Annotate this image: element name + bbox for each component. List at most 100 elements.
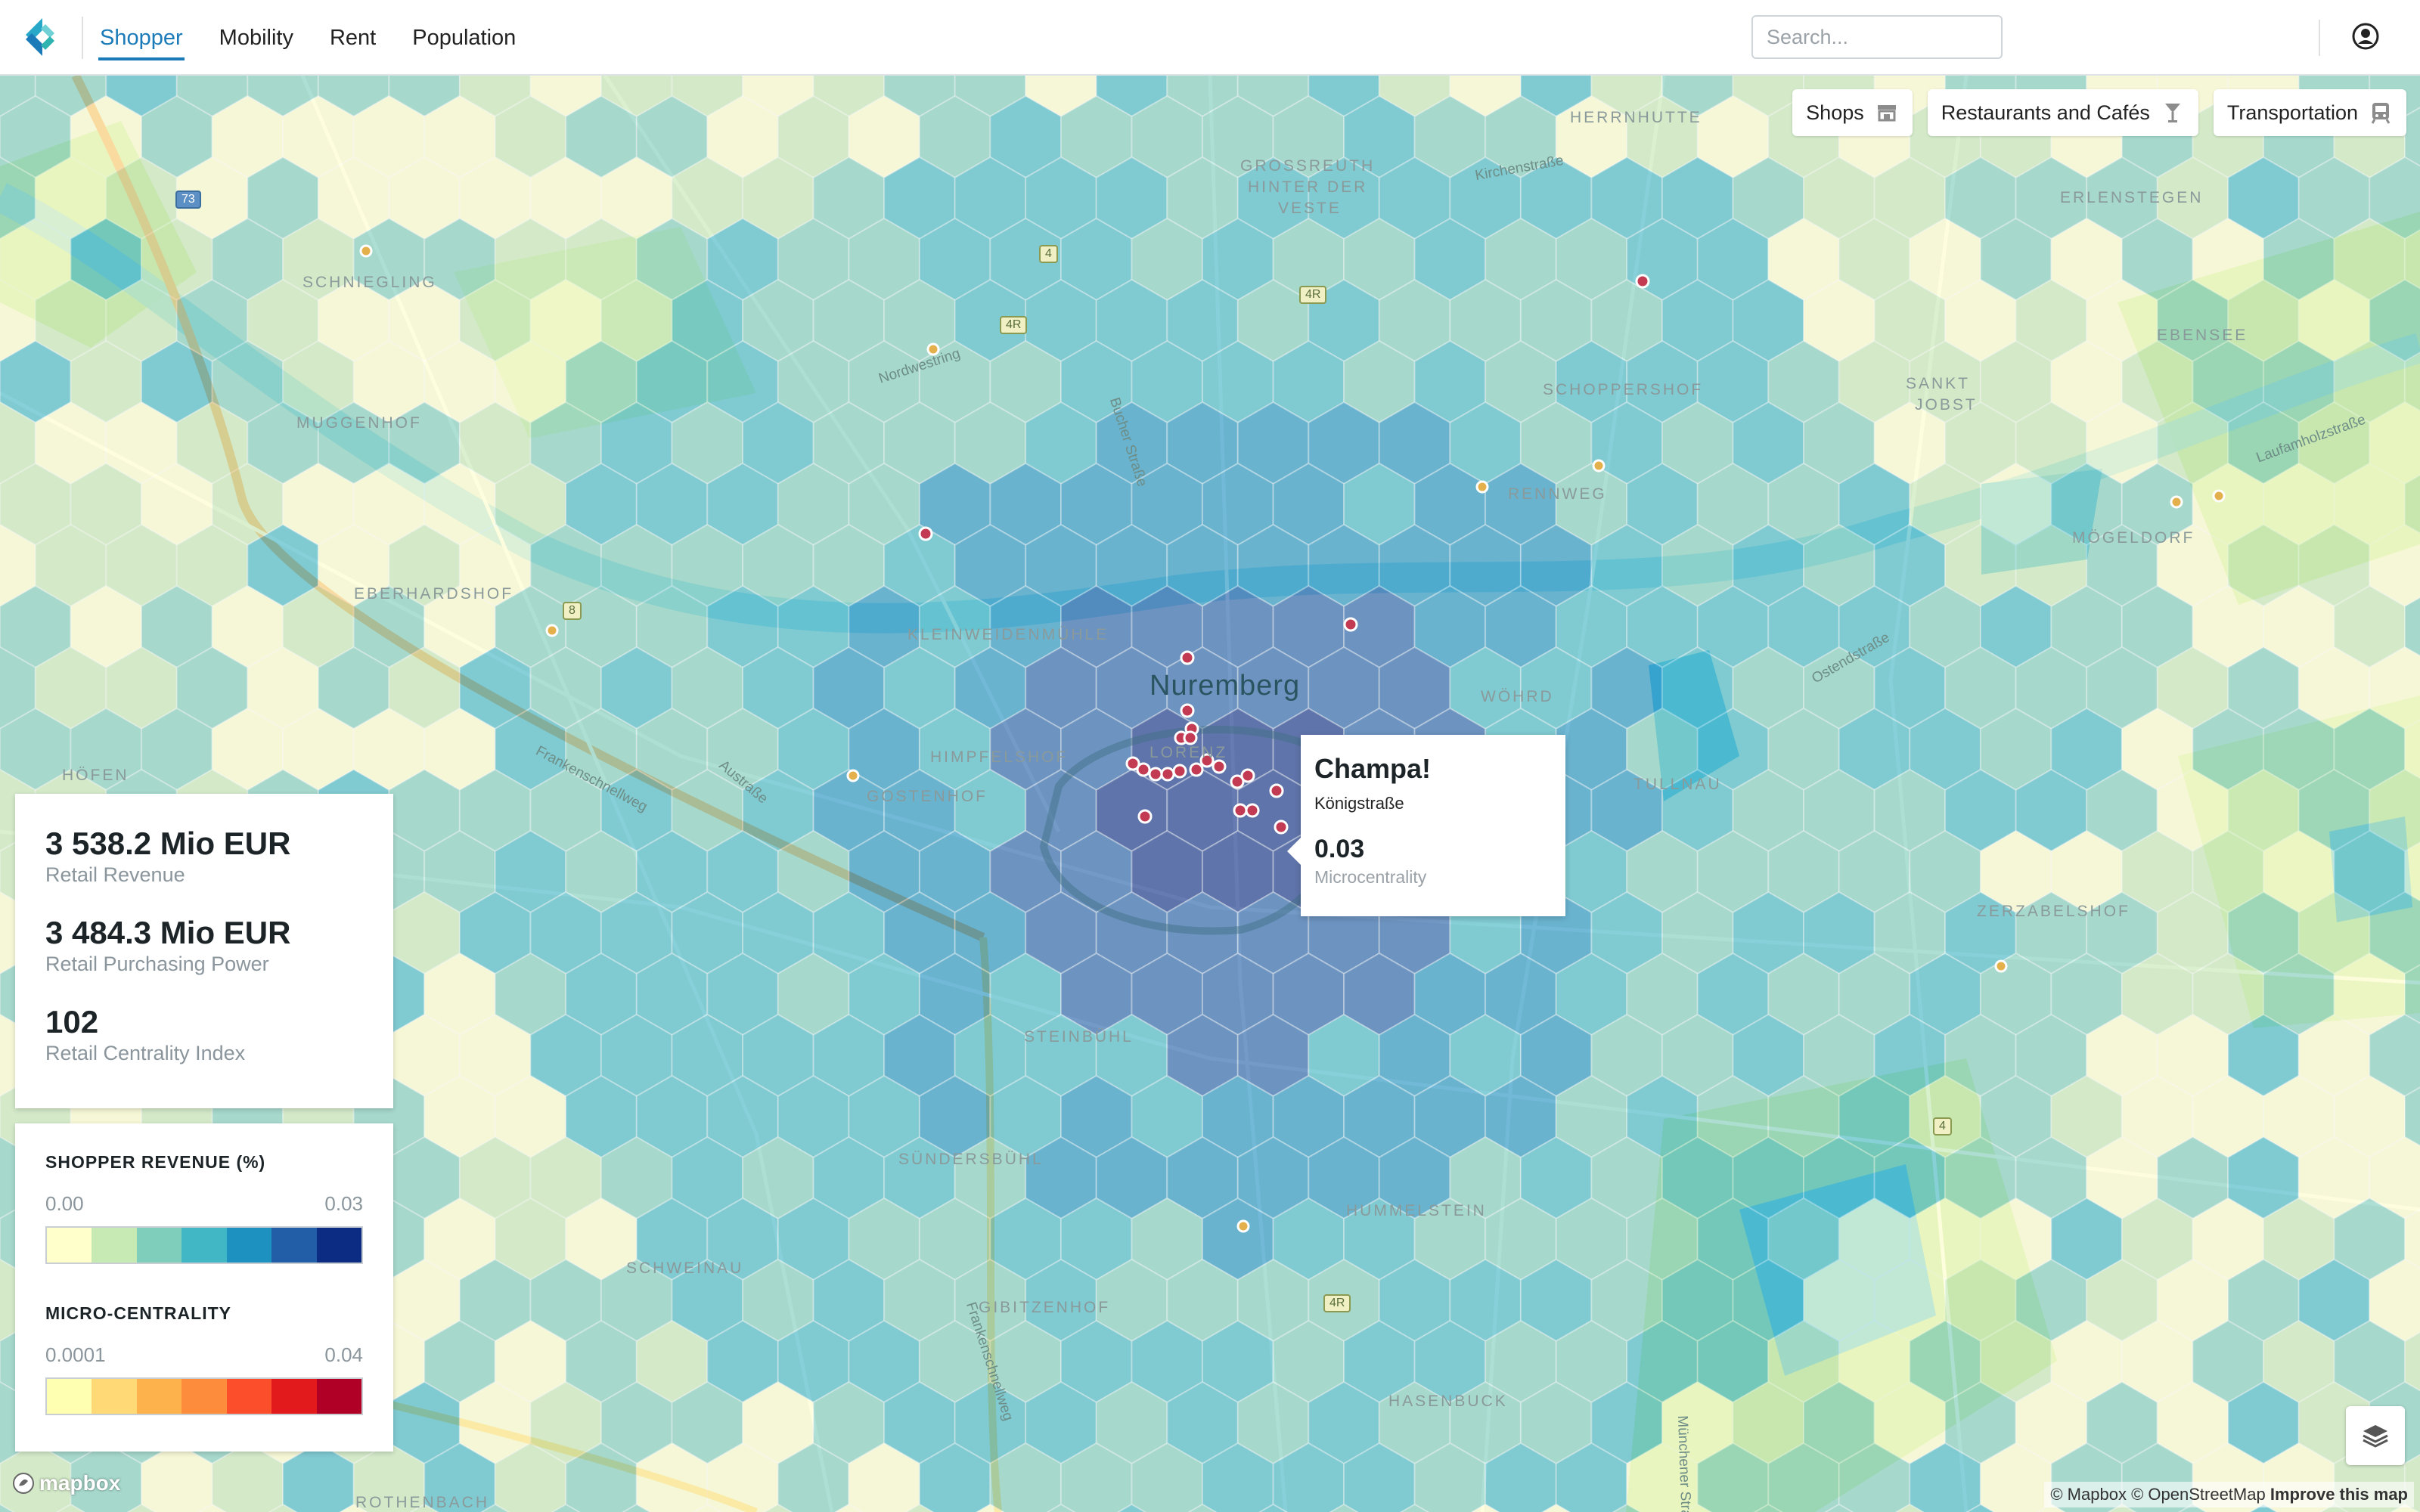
search-input[interactable] xyxy=(1751,15,2003,59)
stat-label: Retail Revenue xyxy=(45,863,185,886)
poi-marker[interactable] xyxy=(2170,495,2183,509)
district-label: GIBITZENHOF xyxy=(979,1299,1111,1316)
district-label: HASENBUCK xyxy=(1388,1393,1508,1410)
road-shield: 4R xyxy=(1323,1294,1351,1312)
nav-tab-mobility[interactable]: Mobility xyxy=(218,0,295,76)
filter-shops-button[interactable]: Shops xyxy=(1792,89,1913,136)
district-label: HÖFEN xyxy=(62,767,129,784)
nav-tab-shopper[interactable]: Shopper xyxy=(98,0,185,76)
legend-color-bar xyxy=(45,1226,363,1264)
legend-color-swatch xyxy=(182,1379,227,1414)
poi-marker[interactable] xyxy=(1475,480,1489,494)
poi-marker[interactable] xyxy=(1343,617,1358,632)
legend-min: 0.00 xyxy=(45,1192,84,1215)
district-label: ERLENSTEGEN xyxy=(2060,189,2204,206)
filter-restaurants-label: Restaurants and Cafés xyxy=(1941,101,2150,124)
mapbox-credit-link[interactable]: © Mapbox xyxy=(2050,1485,2127,1504)
legend-color-swatch xyxy=(226,1379,272,1414)
mapbox-logo[interactable]: mapbox xyxy=(12,1471,120,1495)
user-divider xyxy=(2319,20,2320,56)
district-label: RENNWEG xyxy=(1508,485,1607,503)
filter-transportation-button[interactable]: Transportation xyxy=(2213,89,2406,136)
map-attribution: © Mapbox © OpenStreetMap Improve this ma… xyxy=(2044,1482,2414,1507)
legend-color-swatch xyxy=(316,1379,361,1414)
user-account-icon[interactable] xyxy=(2352,23,2379,50)
cocktail-glass-icon xyxy=(2164,104,2180,122)
poi-marker[interactable] xyxy=(846,769,860,782)
poi-marker[interactable] xyxy=(1180,650,1195,665)
poi-marker[interactable] xyxy=(1137,809,1153,824)
mapbox-icon xyxy=(13,1473,34,1494)
district-label: SCHWEINAU xyxy=(626,1259,744,1277)
stat-value: 102 xyxy=(45,1004,99,1040)
poi-marker[interactable] xyxy=(1236,1219,1250,1233)
filter-shops-label: Shops xyxy=(1806,101,1864,124)
legend-max: 0.03 xyxy=(324,1192,363,1215)
logo-divider xyxy=(82,17,83,59)
legend-color-bar xyxy=(45,1377,363,1415)
poi-marker[interactable] xyxy=(545,624,559,637)
main-nav: Shopper Mobility Rent Population xyxy=(98,0,517,76)
legend-range: 0.0001 0.04 xyxy=(45,1343,363,1367)
road-shield: 8 xyxy=(563,602,582,620)
district-label: SANKT xyxy=(1906,375,1971,392)
stat-label: Retail Centrality Index xyxy=(45,1042,246,1064)
poi-marker[interactable] xyxy=(1233,803,1248,818)
layers-button[interactable] xyxy=(2346,1406,2405,1465)
popup-address: Königstraße xyxy=(1314,794,1404,813)
road-shield: 4R xyxy=(1000,316,1028,334)
stats-panel: 3 538.2 Mio EUR Retail Revenue 3 484.3 M… xyxy=(15,794,393,1108)
poi-marker[interactable] xyxy=(1189,762,1204,777)
poi-marker[interactable] xyxy=(1160,767,1175,782)
legend-title: MICRO-CENTRALITY xyxy=(45,1303,231,1323)
road-shield: 4 xyxy=(1039,245,1058,263)
district-label: JOBST xyxy=(1915,396,1978,414)
poi-marker[interactable] xyxy=(1136,762,1151,777)
stat-centrality-index: 102 Retail Centrality Index xyxy=(45,1004,363,1066)
district-label: STEINBÜHL xyxy=(1024,1028,1134,1046)
improve-map-link[interactable]: Improve this map xyxy=(2270,1485,2408,1504)
micro-centrality-legend: MICRO-CENTRALITY 0.0001 0.04 xyxy=(45,1303,363,1415)
district-label: GROSSREUTH xyxy=(1240,157,1376,175)
shopper-revenue-legend: SHOPPER REVENUE (%) 0.00 0.03 xyxy=(45,1152,363,1264)
road-shield: 4R xyxy=(1299,286,1327,304)
popup-value: 0.03 xyxy=(1314,835,1365,863)
poi-marker[interactable] xyxy=(918,526,933,541)
legend-range: 0.00 0.03 xyxy=(45,1192,363,1216)
poi-marker[interactable] xyxy=(1274,820,1289,835)
district-label: HUMMELSTEIN xyxy=(1346,1202,1487,1219)
legend-color-swatch xyxy=(226,1228,272,1263)
top-navigation-bar: Shopper Mobility Rent Population xyxy=(0,0,2420,76)
poi-marker[interactable] xyxy=(1994,959,2008,973)
poi-marker[interactable] xyxy=(1180,703,1195,718)
legend-color-swatch xyxy=(271,1228,317,1263)
legend-color-swatch xyxy=(316,1228,361,1263)
poi-marker[interactable] xyxy=(359,244,373,258)
nav-tab-population[interactable]: Population xyxy=(411,0,517,76)
poi-popup: Champa! Königstraße 0.03 Microcentrality xyxy=(1287,735,1565,916)
poi-marker[interactable] xyxy=(1635,274,1650,289)
poi-marker[interactable] xyxy=(1212,759,1227,774)
road-shield: 4 xyxy=(1933,1117,1952,1136)
district-label: SÜNDERSBÜHL xyxy=(898,1151,1044,1168)
poi-marker[interactable] xyxy=(1148,767,1163,782)
district-label: HIMPFELSHOF xyxy=(930,748,1069,766)
poi-marker[interactable] xyxy=(1269,783,1284,798)
osm-credit-link[interactable]: © OpenStreetMap xyxy=(2131,1485,2266,1504)
district-label: ROTHENBACH xyxy=(355,1494,490,1511)
poi-marker[interactable] xyxy=(2212,489,2226,503)
poi-marker[interactable] xyxy=(1240,768,1255,783)
stat-retail-revenue: 3 538.2 Mio EUR Retail Revenue xyxy=(45,826,363,888)
district-label: ZERZABELSHOF xyxy=(1977,903,2130,920)
nav-tab-rent[interactable]: Rent xyxy=(328,0,377,76)
poi-marker[interactable] xyxy=(1183,730,1198,745)
district-label: SCHNIEGLING xyxy=(302,274,437,291)
filter-restaurants-button[interactable]: Restaurants and Cafés xyxy=(1927,89,2198,136)
legend-panel: SHOPPER REVENUE (%) 0.00 0.03 MICRO-CENT… xyxy=(15,1123,393,1452)
poi-marker[interactable] xyxy=(1245,803,1260,818)
train-icon xyxy=(2371,103,2391,124)
app-logo-icon[interactable] xyxy=(20,15,64,59)
poi-marker[interactable] xyxy=(1172,764,1187,779)
poi-marker[interactable] xyxy=(1592,459,1606,472)
shop-icon xyxy=(1877,105,1896,122)
